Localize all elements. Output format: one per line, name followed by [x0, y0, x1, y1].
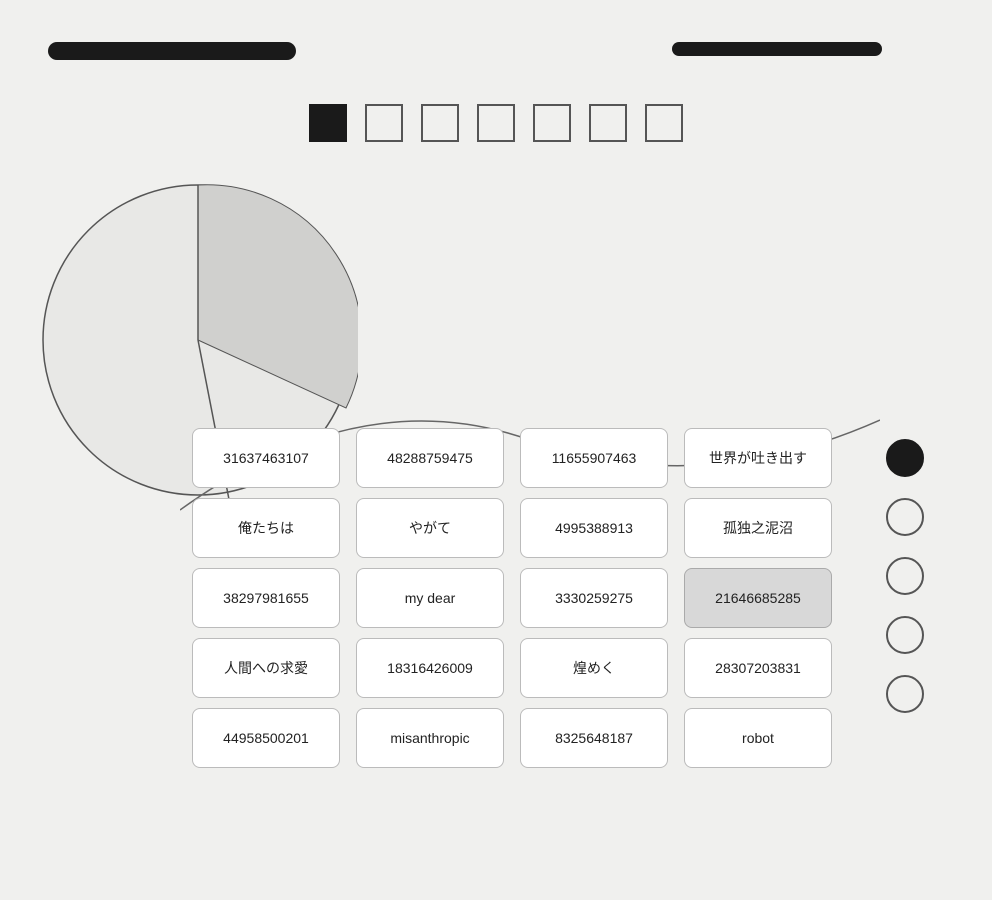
squares-row [309, 104, 683, 142]
square-6[interactable] [589, 104, 627, 142]
cell-r2c1[interactable]: 俺たちは [192, 498, 340, 558]
square-4[interactable] [477, 104, 515, 142]
cell-r2c2[interactable]: やがて [356, 498, 504, 558]
cell-r4c4[interactable]: 28307203831 [684, 638, 832, 698]
square-5[interactable] [533, 104, 571, 142]
cell-r1c2[interactable]: 48288759475 [356, 428, 504, 488]
square-3[interactable] [421, 104, 459, 142]
top-bar-right [672, 42, 882, 56]
data-grid: 31637463107 48288759475 11655907463 世界が吐… [192, 428, 832, 768]
square-2[interactable] [365, 104, 403, 142]
circles-column [886, 428, 924, 713]
cell-r1c4[interactable]: 世界が吐き出す [684, 428, 832, 488]
cell-r3c2[interactable]: my dear [356, 568, 504, 628]
circle-1[interactable] [886, 439, 924, 477]
cell-r1c3[interactable]: 11655907463 [520, 428, 668, 488]
cell-r5c4[interactable]: robot [684, 708, 832, 768]
cell-r4c2[interactable]: 18316426009 [356, 638, 504, 698]
cell-r5c1[interactable]: 44958500201 [192, 708, 340, 768]
cell-r2c4[interactable]: 孤独之泥沼 [684, 498, 832, 558]
cell-r4c1[interactable]: 人間への求愛 [192, 638, 340, 698]
top-bar-left [48, 42, 296, 60]
circle-2[interactable] [886, 498, 924, 536]
square-1[interactable] [309, 104, 347, 142]
circle-5[interactable] [886, 675, 924, 713]
cell-r3c4[interactable]: 21646685285 [684, 568, 832, 628]
circle-3[interactable] [886, 557, 924, 595]
cell-r3c3[interactable]: 3330259275 [520, 568, 668, 628]
cell-r2c3[interactable]: 4995388913 [520, 498, 668, 558]
cell-r4c3[interactable]: 煌めく [520, 638, 668, 698]
cell-r5c3[interactable]: 8325648187 [520, 708, 668, 768]
circle-4[interactable] [886, 616, 924, 654]
cell-r5c2[interactable]: misanthropic [356, 708, 504, 768]
square-7[interactable] [645, 104, 683, 142]
cell-r1c1[interactable]: 31637463107 [192, 428, 340, 488]
cell-r3c1[interactable]: 38297981655 [192, 568, 340, 628]
